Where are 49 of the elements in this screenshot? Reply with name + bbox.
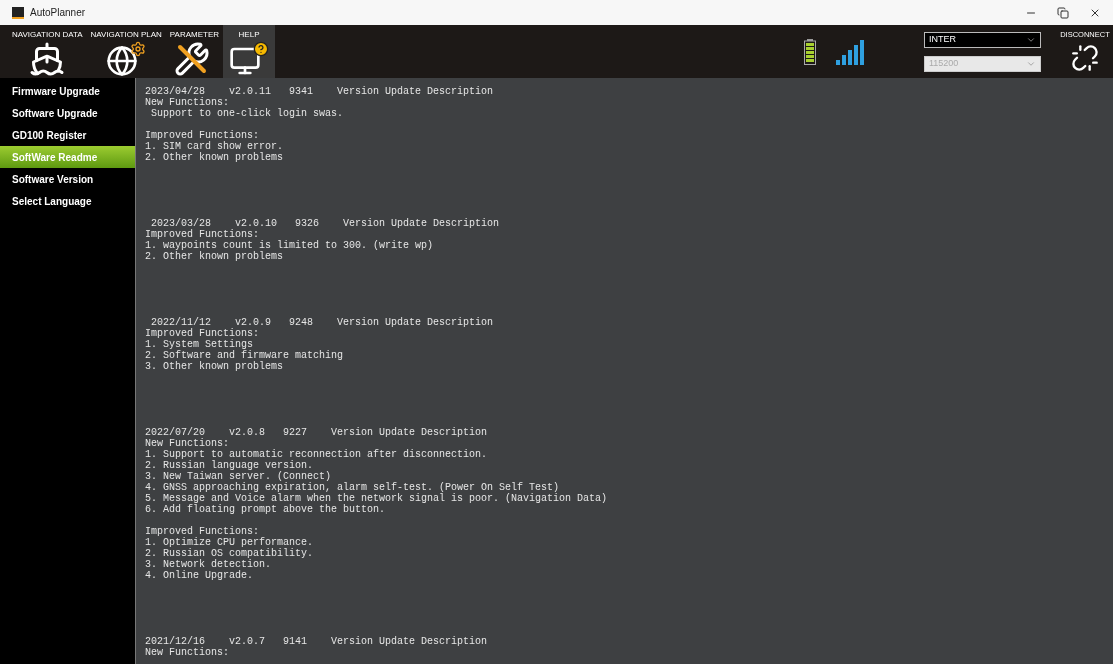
version-header: 2021/12/16 v2.0.7 9141 Version Update Description xyxy=(145,636,489,647)
section-title: Improved Functions: xyxy=(145,526,260,537)
menu-tab[interactable]: HELP xyxy=(223,25,275,78)
readme-line: 3. Network detection. xyxy=(145,559,272,570)
version-header: 2022/07/20 v2.0.8 9227 Version Update Description xyxy=(145,427,489,438)
sidebar-item[interactable]: Software Upgrade xyxy=(0,102,135,124)
version-header: 2023/03/28 v2.0.10 9326 Version Update Description xyxy=(150,218,501,229)
readme-line: 1. waypoints count is limited to 300. (write wp) xyxy=(145,240,435,251)
window-title: AutoPlanner xyxy=(30,6,86,20)
app-logo-icon xyxy=(12,6,24,19)
restore-button[interactable] xyxy=(1057,6,1069,19)
sidebar-item[interactable]: Software Version xyxy=(0,168,135,190)
menu-tab[interactable]: NAVIGATION PLAN xyxy=(86,25,166,78)
readme-line: 2. Other known problems xyxy=(145,152,285,163)
sidebar-item[interactable]: Select Language xyxy=(0,190,135,212)
readme-line: 5. Message and Voice alarm when the network signal is poor. (Navigation Data) xyxy=(145,493,609,504)
readme-line: 4. GNSS approaching expiration, alarm self-test. (Power On Self Test) xyxy=(145,482,560,493)
readme-line: 2. Russian OS compatibility. xyxy=(145,548,315,559)
readme-line: 1. SIM card show error. xyxy=(145,141,285,152)
version-header: 2022/11/12 v2.0.9 9248 Version Update Description xyxy=(150,317,495,328)
readme-line: 1. Support to automatic reconnection after disconnection. xyxy=(145,449,489,460)
readme-line: Support to one-click login swas. xyxy=(150,108,345,119)
readme-line: 2. Software and firmware matching xyxy=(145,350,345,361)
readme-line: 2. Russian language version. xyxy=(145,460,315,471)
sidebar-item[interactable]: GD100 Register xyxy=(0,124,135,146)
menu-tab[interactable]: NAVIGATION DATA xyxy=(8,25,87,78)
section-title: New Functions: xyxy=(145,647,230,658)
dropdown[interactable]: INTER xyxy=(924,31,1041,48)
section-title: Improved Functions: xyxy=(145,130,261,141)
globe-gear-icon xyxy=(106,41,147,77)
section-title: New Functions: xyxy=(145,97,230,108)
readme-line: 3. Other known problems xyxy=(145,361,285,372)
version-header: 2023/04/28 v2.0.11 9341 Version Update Description xyxy=(145,86,495,97)
readme-line: 3. New Taiwan server. (Connect) xyxy=(145,471,333,482)
sidebar-item[interactable]: Firmware Upgrade xyxy=(0,80,135,102)
readme-line: 1. Optimize CPU performance. xyxy=(145,537,315,548)
readme-line: 2. Other known problems xyxy=(145,251,285,262)
menu-tab[interactable]: PARAMETER xyxy=(165,25,223,78)
readme-line: 1. System Settings xyxy=(145,339,254,350)
battery-icon xyxy=(804,38,816,65)
section-title: Improved Functions: xyxy=(145,328,261,339)
readme-line: 4. Online Upgrade. xyxy=(145,570,255,581)
readme-line: 6. Add floating prompt above the button. xyxy=(145,504,387,515)
monitor-help-icon xyxy=(229,41,269,77)
ship-icon xyxy=(29,41,66,77)
section-title: Improved Functions: xyxy=(145,229,261,240)
signal-icon xyxy=(836,38,864,65)
broken-link-icon xyxy=(1071,44,1099,73)
section-title: New Functions: xyxy=(145,438,229,449)
